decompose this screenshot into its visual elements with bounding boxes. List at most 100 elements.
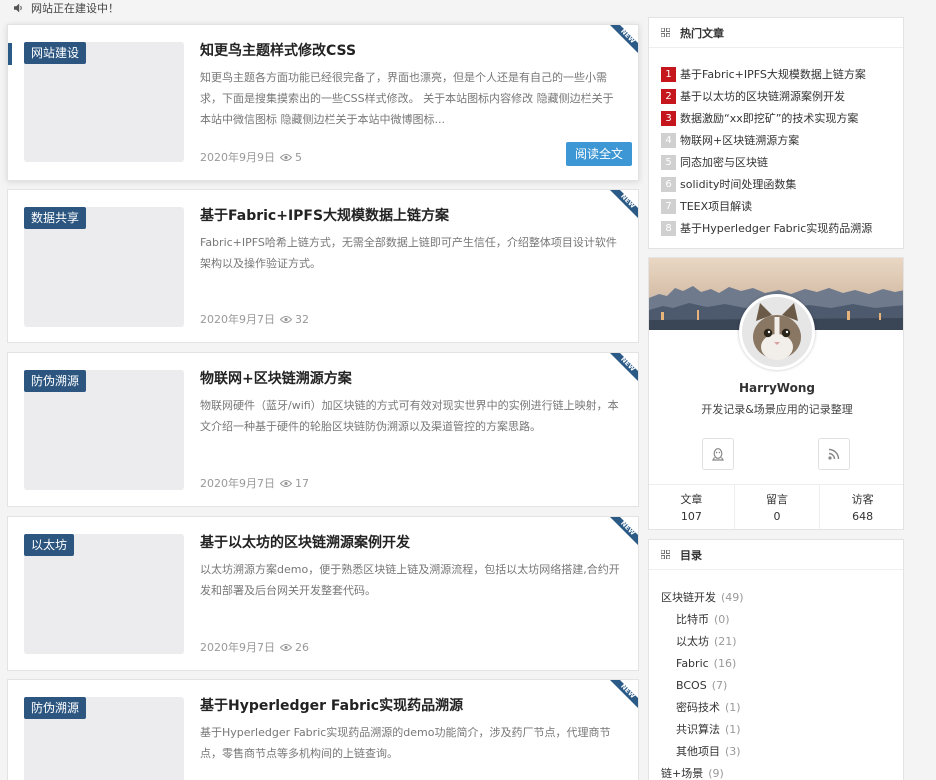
post-title[interactable]: 基于Fabric+IPFS大规模数据上链方案: [200, 205, 449, 225]
category-count: (21): [714, 634, 737, 648]
qq-button[interactable]: [702, 438, 734, 470]
category-count: (1): [725, 700, 741, 714]
hot-post-item[interactable]: 1 基于Fabric+IPFS大规模数据上链方案: [661, 63, 903, 85]
rank-number: 6: [661, 176, 676, 192]
post-card[interactable]: 防伪溯源 物联网+区块链溯源方案 物联网硬件（蓝牙/wifi）加区块链的方式可有…: [7, 352, 639, 507]
category-name[interactable]: 链+场景: [661, 765, 703, 780]
post-excerpt: 以太坊溯源方案demo，便于熟悉区块链上链及溯源流程，包括以太坊网络搭建,合约开…: [200, 563, 620, 597]
subcategory-item[interactable]: Fabric (16): [661, 652, 903, 674]
post-card[interactable]: 以太坊 基于以太坊的区块链溯源案例开发 以太坊溯源方案demo，便于熟悉区块链上…: [7, 516, 639, 671]
widget-title: 热门文章: [680, 26, 724, 40]
rss-icon: [828, 448, 840, 460]
post-card[interactable]: 防伪溯源 基于Hyperledger Fabric实现药品溯源 基于Hyperl…: [7, 679, 639, 780]
category-name[interactable]: 比特币: [676, 611, 709, 627]
hot-posts-widget: 热门文章 1 基于Fabric+IPFS大规模数据上链方案 2 基于以太坊的区块链溯源…: [648, 17, 904, 249]
post-title[interactable]: 物联网+区块链溯源方案: [200, 368, 352, 388]
author-avatar[interactable]: [739, 294, 815, 370]
post-accent-bar: [8, 43, 12, 65]
hot-post-link[interactable]: 同态加密与区块链: [680, 154, 768, 170]
stat-articles: 文章 107: [649, 485, 735, 529]
post-category-tag[interactable]: 网站建设: [24, 42, 87, 64]
site-notice: 网站正在建设中！: [14, 0, 119, 16]
cat-avatar-image: [742, 297, 812, 367]
category-count: (3): [725, 744, 741, 758]
hot-post-link[interactable]: TEEX项目解读: [680, 198, 752, 214]
post-date: 2020年9月7日: [200, 477, 275, 490]
post-date: 2020年9月9日: [200, 151, 275, 164]
hot-post-item[interactable]: 6 solidity时间处理函数集: [661, 173, 903, 195]
post-title[interactable]: 基于Hyperledger Fabric实现药品溯源: [200, 695, 463, 715]
post-excerpt: 基于Hyperledger Fabric实现药品溯源的demo功能简介，涉及药厂…: [200, 726, 611, 760]
post-card[interactable]: 网站建设 知更鸟主题样式修改CSS 知更鸟主题各方面功能已经很完备了，界面也漂亮…: [7, 24, 639, 181]
hot-post-item[interactable]: 7 TEEX项目解读: [661, 195, 903, 217]
post-views: 26: [295, 640, 309, 654]
post-views: 17: [295, 476, 309, 490]
subcategory-item[interactable]: 以太坊 (21): [661, 630, 903, 652]
category-name[interactable]: 密码技术: [676, 699, 720, 715]
author-name[interactable]: HarryWong: [649, 381, 903, 395]
subcategory-item[interactable]: 密码技术 (1): [661, 696, 903, 718]
rank-number: 1: [661, 66, 676, 82]
hot-post-link[interactable]: 基于Hyperledger Fabric实现药品溯源: [680, 220, 872, 236]
category-count: (7): [711, 678, 728, 692]
author-stats: 文章 107 留言 0 访客 648: [649, 484, 903, 529]
stat-comments: 留言 0: [735, 485, 821, 529]
category-name[interactable]: Fabric: [676, 657, 709, 670]
post-category-tag[interactable]: 防伪溯源: [24, 370, 87, 392]
subcategory-item[interactable]: 共识算法 (1): [661, 718, 903, 740]
post-category-tag[interactable]: 以太坊: [24, 534, 75, 556]
hot-post-link[interactable]: 数据激励“xx即挖矿”的技术实现方案: [680, 110, 858, 126]
category-name[interactable]: 其他项目: [676, 743, 720, 759]
hot-post-item[interactable]: 3 数据激励“xx即挖矿”的技术实现方案: [661, 107, 903, 129]
post-title[interactable]: 知更鸟主题样式修改CSS: [200, 40, 356, 60]
new-ribbon-icon: NEW: [610, 680, 638, 708]
subcategory-item[interactable]: 比特币 (0): [661, 608, 903, 630]
post-card[interactable]: 数据共享 基于Fabric+IPFS大规模数据上链方案 Fabric+IPFS哈…: [7, 189, 639, 343]
category-count: (1): [725, 722, 741, 736]
post-excerpt: 物联网硬件（蓝牙/wifi）加区块链的方式可有效对现实世界中的实例进行链上映射，…: [200, 399, 619, 433]
category-item[interactable]: 链+场景 (9): [661, 762, 903, 780]
category-count: (49): [721, 590, 744, 604]
subcategory-item[interactable]: 其他项目 (3): [661, 740, 903, 762]
post-category-tag[interactable]: 数据共享: [24, 207, 87, 229]
category-name[interactable]: BCOS: [676, 679, 707, 692]
hot-post-link[interactable]: 物联网+区块链溯源方案: [680, 132, 799, 148]
speaker-icon: [14, 3, 22, 13]
hot-post-link[interactable]: 基于Fabric+IPFS大规模数据上链方案: [680, 66, 866, 82]
new-ribbon-icon: NEW: [610, 190, 638, 218]
new-ribbon-icon: NEW: [610, 517, 638, 545]
hot-post-link[interactable]: solidity时间处理函数集: [680, 176, 796, 192]
hot-post-item[interactable]: 2 基于以太坊的区块链溯源案例开发: [661, 85, 903, 107]
post-excerpt: Fabric+IPFS哈希上链方式，无需全部数据上链即可产生信任，介绍整体项目设…: [200, 236, 617, 270]
category-name[interactable]: 共识算法: [676, 721, 720, 737]
post-date: 2020年9月7日: [200, 313, 275, 326]
eye-icon: [280, 479, 292, 487]
widget-header: 热门文章: [649, 18, 903, 48]
post-meta: 2020年9月7日 32: [200, 311, 309, 327]
post-meta: 2020年9月7日 17: [200, 475, 309, 491]
post-views: 5: [295, 150, 302, 164]
hot-post-link[interactable]: 基于以太坊的区块链溯源案例开发: [680, 88, 845, 104]
stat-label: 留言: [766, 493, 788, 506]
author-profile-widget: HarryWong 开发记录&场景应用的记录整理 文章 107 留言 0 访客 …: [648, 257, 904, 530]
category-name[interactable]: 以太坊: [676, 633, 709, 649]
hot-post-item[interactable]: 5 同态加密与区块链: [661, 151, 903, 173]
eye-icon: [280, 315, 292, 323]
read-more-button[interactable]: 阅读全文: [565, 142, 632, 166]
rank-number: 4: [661, 132, 676, 148]
subcategory-item[interactable]: BCOS (7): [661, 674, 903, 696]
category-item[interactable]: 区块链开发 (49): [661, 586, 903, 608]
hot-post-item[interactable]: 8 基于Hyperledger Fabric实现药品溯源: [661, 217, 903, 239]
new-ribbon-icon: NEW: [610, 25, 638, 53]
post-title[interactable]: 基于以太坊的区块链溯源案例开发: [200, 532, 410, 552]
stat-value: 107: [680, 510, 702, 523]
widget-header: 目录: [649, 540, 903, 570]
rss-button[interactable]: [818, 438, 850, 470]
post-category-tag[interactable]: 防伪溯源: [24, 697, 87, 719]
grid-icon: [661, 550, 670, 559]
category-name[interactable]: 区块链开发: [661, 589, 716, 605]
category-count: (9): [708, 766, 724, 780]
qq-icon: [712, 447, 724, 461]
post-views: 32: [295, 312, 309, 326]
hot-post-item[interactable]: 4 物联网+区块链溯源方案: [661, 129, 903, 151]
